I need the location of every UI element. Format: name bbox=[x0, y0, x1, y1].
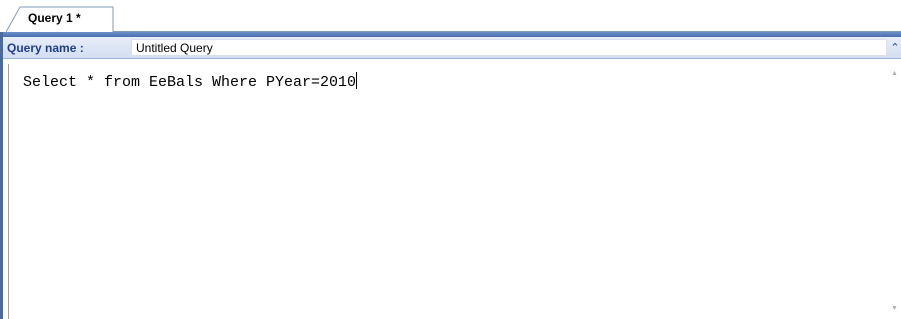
vertical-scrollbar[interactable]: ▲ ▼ bbox=[887, 64, 901, 319]
scroll-down-arrow-icon[interactable]: ▼ bbox=[890, 304, 899, 313]
tab-query-1[interactable]: Query 1 * bbox=[6, 6, 114, 32]
tab-label: Query 1 * bbox=[28, 11, 81, 25]
sql-text: Select * from EeBals Where PYear=2010 bbox=[23, 74, 357, 91]
sql-editor-text[interactable]: Select * from EeBals Where PYear=2010 bbox=[23, 72, 358, 91]
query-panel: Query name : ⌃ Select * from EeBals Wher… bbox=[0, 32, 901, 319]
query-name-label: Query name : bbox=[7, 41, 84, 55]
tab-strip: Query 1 * bbox=[0, 0, 901, 32]
query-name-bar: Query name : ⌃ bbox=[3, 37, 901, 59]
query-name-input[interactable] bbox=[131, 39, 887, 56]
double-chevron-up-icon[interactable]: ⌃ bbox=[889, 40, 901, 56]
text-caret bbox=[356, 72, 358, 89]
sql-editor[interactable]: Select * from EeBals Where PYear=2010 ▲ … bbox=[8, 64, 901, 319]
scroll-up-arrow-icon[interactable]: ▲ bbox=[890, 69, 899, 78]
